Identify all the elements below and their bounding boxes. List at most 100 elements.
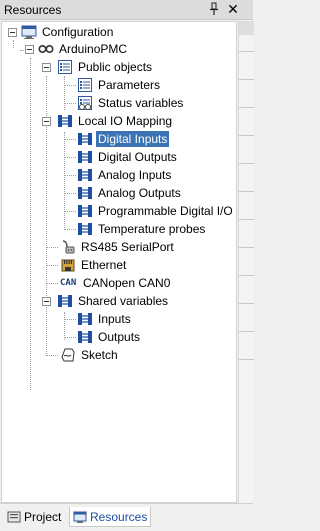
- tree-line: [64, 132, 65, 230]
- tree-item-ethernet[interactable]: Ethernet: [60, 256, 128, 274]
- resources-icon: [73, 510, 87, 524]
- tree-line: [46, 265, 58, 266]
- tree-item-configuration[interactable]: Configuration: [21, 23, 115, 41]
- divider: [239, 331, 254, 332]
- tree-item-label: Inputs: [98, 312, 131, 326]
- tree-item-label: Sketch: [81, 348, 118, 362]
- tree-item-label: Digital Outputs: [98, 150, 177, 164]
- adjacent-panel-edge: [238, 21, 254, 503]
- tree-item-label: Configuration: [42, 25, 114, 39]
- ethernet-icon: [60, 257, 76, 273]
- tree-item-digital-inputs[interactable]: Digital Inputs: [77, 130, 170, 148]
- tree-line: [46, 283, 58, 284]
- tree-line: [46, 355, 58, 356]
- io-mapping-icon: [77, 167, 93, 183]
- project-icon: [7, 510, 21, 524]
- tree-line: [64, 337, 76, 338]
- tree-line: [64, 175, 76, 176]
- divider: [239, 303, 254, 304]
- io-mapping-icon: [77, 203, 93, 219]
- tree-item-analog-inputs[interactable]: Analog Inputs: [77, 166, 173, 184]
- tree-item-label: CANopen CAN0: [83, 276, 171, 290]
- io-mapping-icon: [77, 311, 93, 327]
- tree-item-label: Local IO Mapping: [78, 114, 173, 128]
- tree-item-outputs[interactable]: Outputs: [77, 328, 142, 346]
- tab-resources[interactable]: Resources: [69, 507, 152, 527]
- bottom-tab-bar: Project Resources: [0, 503, 253, 531]
- expand-toggle-shared-variables[interactable]: [42, 297, 51, 306]
- list-icon: [57, 59, 73, 75]
- tree-item-device[interactable]: ArduinoPMC: [38, 40, 129, 58]
- can-icon: CAN: [60, 278, 77, 288]
- tab-label: Project: [24, 510, 62, 524]
- tree-item-label: Public objects: [78, 60, 153, 74]
- panel-title: Resources: [4, 3, 62, 17]
- tree-item-public-objects[interactable]: Public objects: [57, 58, 154, 76]
- panel-titlebar: Resources ✕: [0, 0, 253, 20]
- tree-item-label: Shared variables: [78, 294, 169, 308]
- tree-line: [64, 139, 76, 140]
- tree-item-canopen-can0[interactable]: CAN CANopen CAN0: [60, 274, 172, 292]
- tree-item-label: Status variables: [98, 96, 184, 110]
- sketch-icon: [60, 347, 76, 363]
- tree-item-sketch[interactable]: Sketch: [60, 346, 120, 364]
- tree-item-digital-outputs[interactable]: Digital Outputs: [77, 148, 179, 166]
- close-icon[interactable]: ✕: [226, 1, 240, 17]
- divider: [239, 247, 254, 248]
- tree-item-status-variables[interactable]: Status variables: [77, 94, 185, 112]
- tree-line: [64, 211, 76, 212]
- tab-label: Resources: [90, 509, 148, 524]
- tree-item-label: Ethernet: [81, 258, 127, 272]
- tree-item-parameters[interactable]: Parameters: [77, 76, 162, 94]
- tree-item-rs485-serialport[interactable]: RS485 SerialPort: [60, 238, 176, 256]
- tree-line: [46, 247, 58, 248]
- tree-item-shared-variables[interactable]: Shared variables: [57, 292, 170, 310]
- tree-line: [64, 103, 76, 104]
- tree-item-label: Digital Inputs: [96, 131, 170, 147]
- tree-item-temperature-probes[interactable]: Temperature probes: [77, 220, 207, 238]
- tree-line: [64, 312, 65, 340]
- tree-item-label: Programmable Digital I/O: [98, 204, 233, 218]
- expand-toggle-public-objects[interactable]: [42, 63, 51, 72]
- tree-line: [64, 76, 65, 110]
- tree-item-label: Parameters: [98, 78, 161, 92]
- resources-tree: Configuration ArduinoPMC Public objects: [1, 21, 237, 503]
- tree-item-label: Temperature probes: [98, 222, 206, 236]
- io-mapping-icon: [77, 185, 93, 201]
- expand-toggle-device[interactable]: [25, 45, 34, 54]
- tree-line: [64, 319, 76, 320]
- tree-line: [64, 193, 76, 194]
- tree-line: [64, 85, 76, 86]
- expand-toggle-local-io-mapping[interactable]: [42, 117, 51, 126]
- configuration-icon: [21, 24, 37, 40]
- tree-item-analog-outputs[interactable]: Analog Outputs: [77, 184, 183, 202]
- io-mapping-icon: [77, 221, 93, 237]
- tab-project[interactable]: Project: [4, 507, 64, 527]
- tree-item-label: ArduinoPMC: [59, 42, 128, 56]
- tree-item-inputs[interactable]: Inputs: [77, 310, 133, 328]
- tree-item-label: RS485 SerialPort: [81, 240, 174, 254]
- divider: [239, 51, 254, 52]
- divider: [239, 219, 254, 220]
- expand-toggle-configuration[interactable]: [8, 28, 17, 37]
- pin-icon[interactable]: [207, 2, 221, 16]
- tree-line: [64, 229, 76, 230]
- io-mapping-icon: [77, 131, 93, 147]
- divider: [239, 135, 254, 136]
- io-mapping-icon: [77, 329, 93, 345]
- tree-line: [13, 40, 14, 48]
- tree-line: [30, 58, 31, 390]
- tree-item-programmable-digital-io[interactable]: Programmable Digital I/O: [77, 202, 235, 220]
- divider: [239, 79, 254, 80]
- io-mapping-icon: [57, 113, 73, 129]
- arduino-icon: [38, 41, 54, 57]
- tree-item-label: Analog Inputs: [98, 168, 172, 182]
- io-mapping-icon: [77, 149, 93, 165]
- tree-item-local-io-mapping[interactable]: Local IO Mapping: [57, 112, 174, 130]
- divider: [239, 163, 254, 164]
- tree-line: [64, 157, 76, 158]
- tree-item-label: Outputs: [98, 330, 141, 344]
- adjacent-panel-header: [239, 21, 254, 35]
- tree-item-label: Analog Outputs: [98, 186, 181, 200]
- divider: [239, 107, 254, 108]
